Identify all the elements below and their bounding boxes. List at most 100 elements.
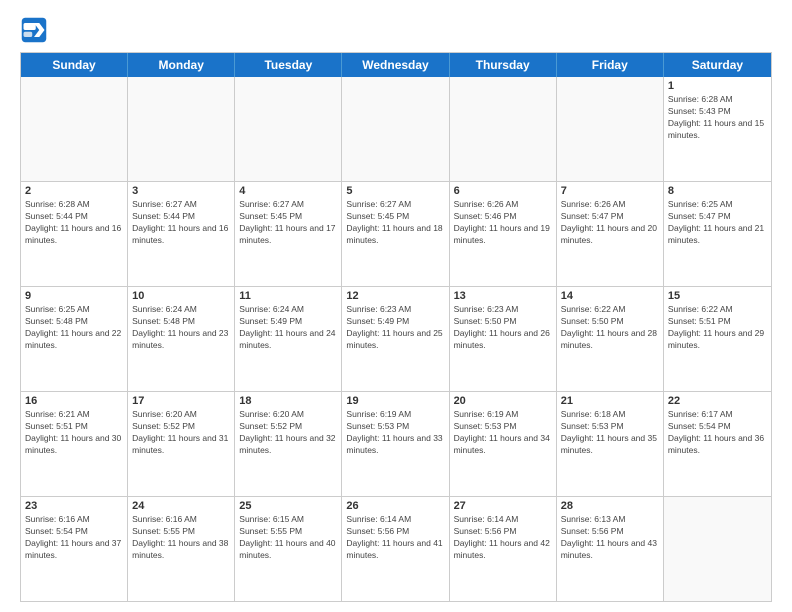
cal-cell — [664, 497, 771, 601]
cal-cell: 7Sunrise: 6:26 AM Sunset: 5:47 PM Daylig… — [557, 182, 664, 286]
day-number: 22 — [668, 395, 767, 407]
cal-cell — [557, 77, 664, 181]
cal-week-3: 16 Sunrise: 6:21 AM Sunset: 5:51 PM Dayli… — [21, 392, 771, 497]
cal-cell — [235, 77, 342, 181]
day-number: 25 — [239, 500, 337, 512]
day-number: 21 — [561, 395, 659, 407]
page: SundayMondayTuesdayWednesdayThursdayFrid… — [0, 0, 792, 612]
day-number: 11 — [239, 290, 337, 302]
day-info: Sunrise: 6:27 AM Sunset: 5:45 PM Dayligh… — [239, 199, 337, 247]
day-number: 12 — [346, 290, 444, 302]
day-info: Sunrise: 6:19 AM Sunset: 5:53 PM Dayligh… — [454, 409, 552, 457]
cal-cell: 28 Sunrise: 6:13 AM Sunset: 5:56 PM Dayli… — [557, 497, 664, 601]
cal-cell: 8 Sunrise: 6:25 AM Sunset: 5:47 PM Daylig… — [664, 182, 771, 286]
day-number: 16 — [25, 395, 123, 407]
day-number: 18 — [239, 395, 337, 407]
day-info: Sunrise: 6:27 AM Sunset: 5:45 PM Dayligh… — [346, 199, 444, 247]
cal-cell: 26 Sunrise: 6:14 AM Sunset: 5:56 PM Dayli… — [342, 497, 449, 601]
day-number: 4 — [239, 185, 337, 197]
cal-week-0: 1 Sunrise: 6:28 AM Sunset: 5:43 PM Daylig… — [21, 77, 771, 182]
day-number: 20 — [454, 395, 552, 407]
cal-header-tuesday: Tuesday — [235, 53, 342, 77]
day-info: Sunrise: 6:14 AM Sunset: 5:56 PM Dayligh… — [346, 514, 444, 562]
day-number: 6 — [454, 185, 552, 197]
day-info: Sunrise: 6:23 AM Sunset: 5:50 PM Dayligh… — [454, 304, 552, 352]
day-info: Sunrise: 6:25 AM Sunset: 5:48 PM Dayligh… — [25, 304, 123, 352]
cal-cell: 6 Sunrise: 6:26 AM Sunset: 5:46 PM Daylig… — [450, 182, 557, 286]
cal-cell: 13Sunrise: 6:23 AM Sunset: 5:50 PM Dayli… — [450, 287, 557, 391]
day-number: 10 — [132, 290, 230, 302]
day-info: Sunrise: 6:28 AM Sunset: 5:43 PM Dayligh… — [668, 94, 767, 142]
day-info: Sunrise: 6:15 AM Sunset: 5:55 PM Dayligh… — [239, 514, 337, 562]
cal-header-monday: Monday — [128, 53, 235, 77]
cal-cell — [342, 77, 449, 181]
cal-cell — [21, 77, 128, 181]
cal-cell: 23 Sunrise: 6:16 AM Sunset: 5:54 PM Dayli… — [21, 497, 128, 601]
cal-cell — [128, 77, 235, 181]
day-number: 3 — [132, 185, 230, 197]
cal-week-4: 23 Sunrise: 6:16 AM Sunset: 5:54 PM Dayli… — [21, 497, 771, 601]
cal-cell: 15 Sunrise: 6:22 AM Sunset: 5:51 PM Dayli… — [664, 287, 771, 391]
cal-cell: 27 Sunrise: 6:14 AM Sunset: 5:56 PM Dayli… — [450, 497, 557, 601]
day-number: 17 — [132, 395, 230, 407]
cal-cell: 3Sunrise: 6:27 AM Sunset: 5:44 PM Daylig… — [128, 182, 235, 286]
day-number: 19 — [346, 395, 444, 407]
cal-cell: 21 Sunrise: 6:18 AM Sunset: 5:53 PM Dayli… — [557, 392, 664, 496]
cal-cell: 2Sunrise: 6:28 AM Sunset: 5:44 PM Daylig… — [21, 182, 128, 286]
day-number: 24 — [132, 500, 230, 512]
cal-cell: 4 Sunrise: 6:27 AM Sunset: 5:45 PM Daylig… — [235, 182, 342, 286]
day-number: 26 — [346, 500, 444, 512]
cal-header-friday: Friday — [557, 53, 664, 77]
day-info: Sunrise: 6:16 AM Sunset: 5:55 PM Dayligh… — [132, 514, 230, 562]
logo — [20, 16, 52, 44]
day-info: Sunrise: 6:25 AM Sunset: 5:47 PM Dayligh… — [668, 199, 767, 247]
cal-header-thursday: Thursday — [450, 53, 557, 77]
cal-cell: 17 Sunrise: 6:20 AM Sunset: 5:52 PM Dayli… — [128, 392, 235, 496]
cal-week-1: 2Sunrise: 6:28 AM Sunset: 5:44 PM Daylig… — [21, 182, 771, 287]
cal-cell: 10 Sunrise: 6:24 AM Sunset: 5:48 PM Dayli… — [128, 287, 235, 391]
day-number: 15 — [668, 290, 767, 302]
day-info: Sunrise: 6:19 AM Sunset: 5:53 PM Dayligh… — [346, 409, 444, 457]
day-info: Sunrise: 6:21 AM Sunset: 5:51 PM Dayligh… — [25, 409, 123, 457]
cal-header-saturday: Saturday — [664, 53, 771, 77]
calendar: SundayMondayTuesdayWednesdayThursdayFrid… — [20, 52, 772, 602]
day-info: Sunrise: 6:18 AM Sunset: 5:53 PM Dayligh… — [561, 409, 659, 457]
day-number: 14 — [561, 290, 659, 302]
day-info: Sunrise: 6:28 AM Sunset: 5:44 PM Dayligh… — [25, 199, 123, 247]
cal-week-2: 9 Sunrise: 6:25 AM Sunset: 5:48 PM Daylig… — [21, 287, 771, 392]
day-number: 28 — [561, 500, 659, 512]
day-info: Sunrise: 6:16 AM Sunset: 5:54 PM Dayligh… — [25, 514, 123, 562]
day-info: Sunrise: 6:23 AM Sunset: 5:49 PM Dayligh… — [346, 304, 444, 352]
header — [20, 16, 772, 44]
day-info: Sunrise: 6:22 AM Sunset: 5:50 PM Dayligh… — [561, 304, 659, 352]
day-info: Sunrise: 6:20 AM Sunset: 5:52 PM Dayligh… — [132, 409, 230, 457]
day-number: 8 — [668, 185, 767, 197]
cal-header-sunday: Sunday — [21, 53, 128, 77]
logo-icon — [20, 16, 48, 44]
day-info: Sunrise: 6:20 AM Sunset: 5:52 PM Dayligh… — [239, 409, 337, 457]
cal-cell: 22 Sunrise: 6:17 AM Sunset: 5:54 PM Dayli… — [664, 392, 771, 496]
cal-cell: 20 Sunrise: 6:19 AM Sunset: 5:53 PM Dayli… — [450, 392, 557, 496]
day-info: Sunrise: 6:22 AM Sunset: 5:51 PM Dayligh… — [668, 304, 767, 352]
day-number: 9 — [25, 290, 123, 302]
day-info: Sunrise: 6:14 AM Sunset: 5:56 PM Dayligh… — [454, 514, 552, 562]
cal-cell: 14 Sunrise: 6:22 AM Sunset: 5:50 PM Dayli… — [557, 287, 664, 391]
cal-cell: 19 Sunrise: 6:19 AM Sunset: 5:53 PM Dayli… — [342, 392, 449, 496]
cal-cell: 16 Sunrise: 6:21 AM Sunset: 5:51 PM Dayli… — [21, 392, 128, 496]
cal-cell: 25 Sunrise: 6:15 AM Sunset: 5:55 PM Dayli… — [235, 497, 342, 601]
cal-cell: 24 Sunrise: 6:16 AM Sunset: 5:55 PM Dayli… — [128, 497, 235, 601]
day-info: Sunrise: 6:26 AM Sunset: 5:47 PM Dayligh… — [561, 199, 659, 247]
day-info: Sunrise: 6:26 AM Sunset: 5:46 PM Dayligh… — [454, 199, 552, 247]
cal-cell — [450, 77, 557, 181]
day-number: 23 — [25, 500, 123, 512]
calendar-header-row: SundayMondayTuesdayWednesdayThursdayFrid… — [21, 53, 771, 77]
cal-cell: 9 Sunrise: 6:25 AM Sunset: 5:48 PM Daylig… — [21, 287, 128, 391]
day-info: Sunrise: 6:17 AM Sunset: 5:54 PM Dayligh… — [668, 409, 767, 457]
day-number: 27 — [454, 500, 552, 512]
day-info: Sunrise: 6:13 AM Sunset: 5:56 PM Dayligh… — [561, 514, 659, 562]
cal-cell: 18 Sunrise: 6:20 AM Sunset: 5:52 PM Dayli… — [235, 392, 342, 496]
day-info: Sunrise: 6:24 AM Sunset: 5:48 PM Dayligh… — [132, 304, 230, 352]
cal-cell: 11Sunrise: 6:24 AM Sunset: 5:49 PM Dayli… — [235, 287, 342, 391]
day-number: 5 — [346, 185, 444, 197]
day-number: 1 — [668, 80, 767, 92]
